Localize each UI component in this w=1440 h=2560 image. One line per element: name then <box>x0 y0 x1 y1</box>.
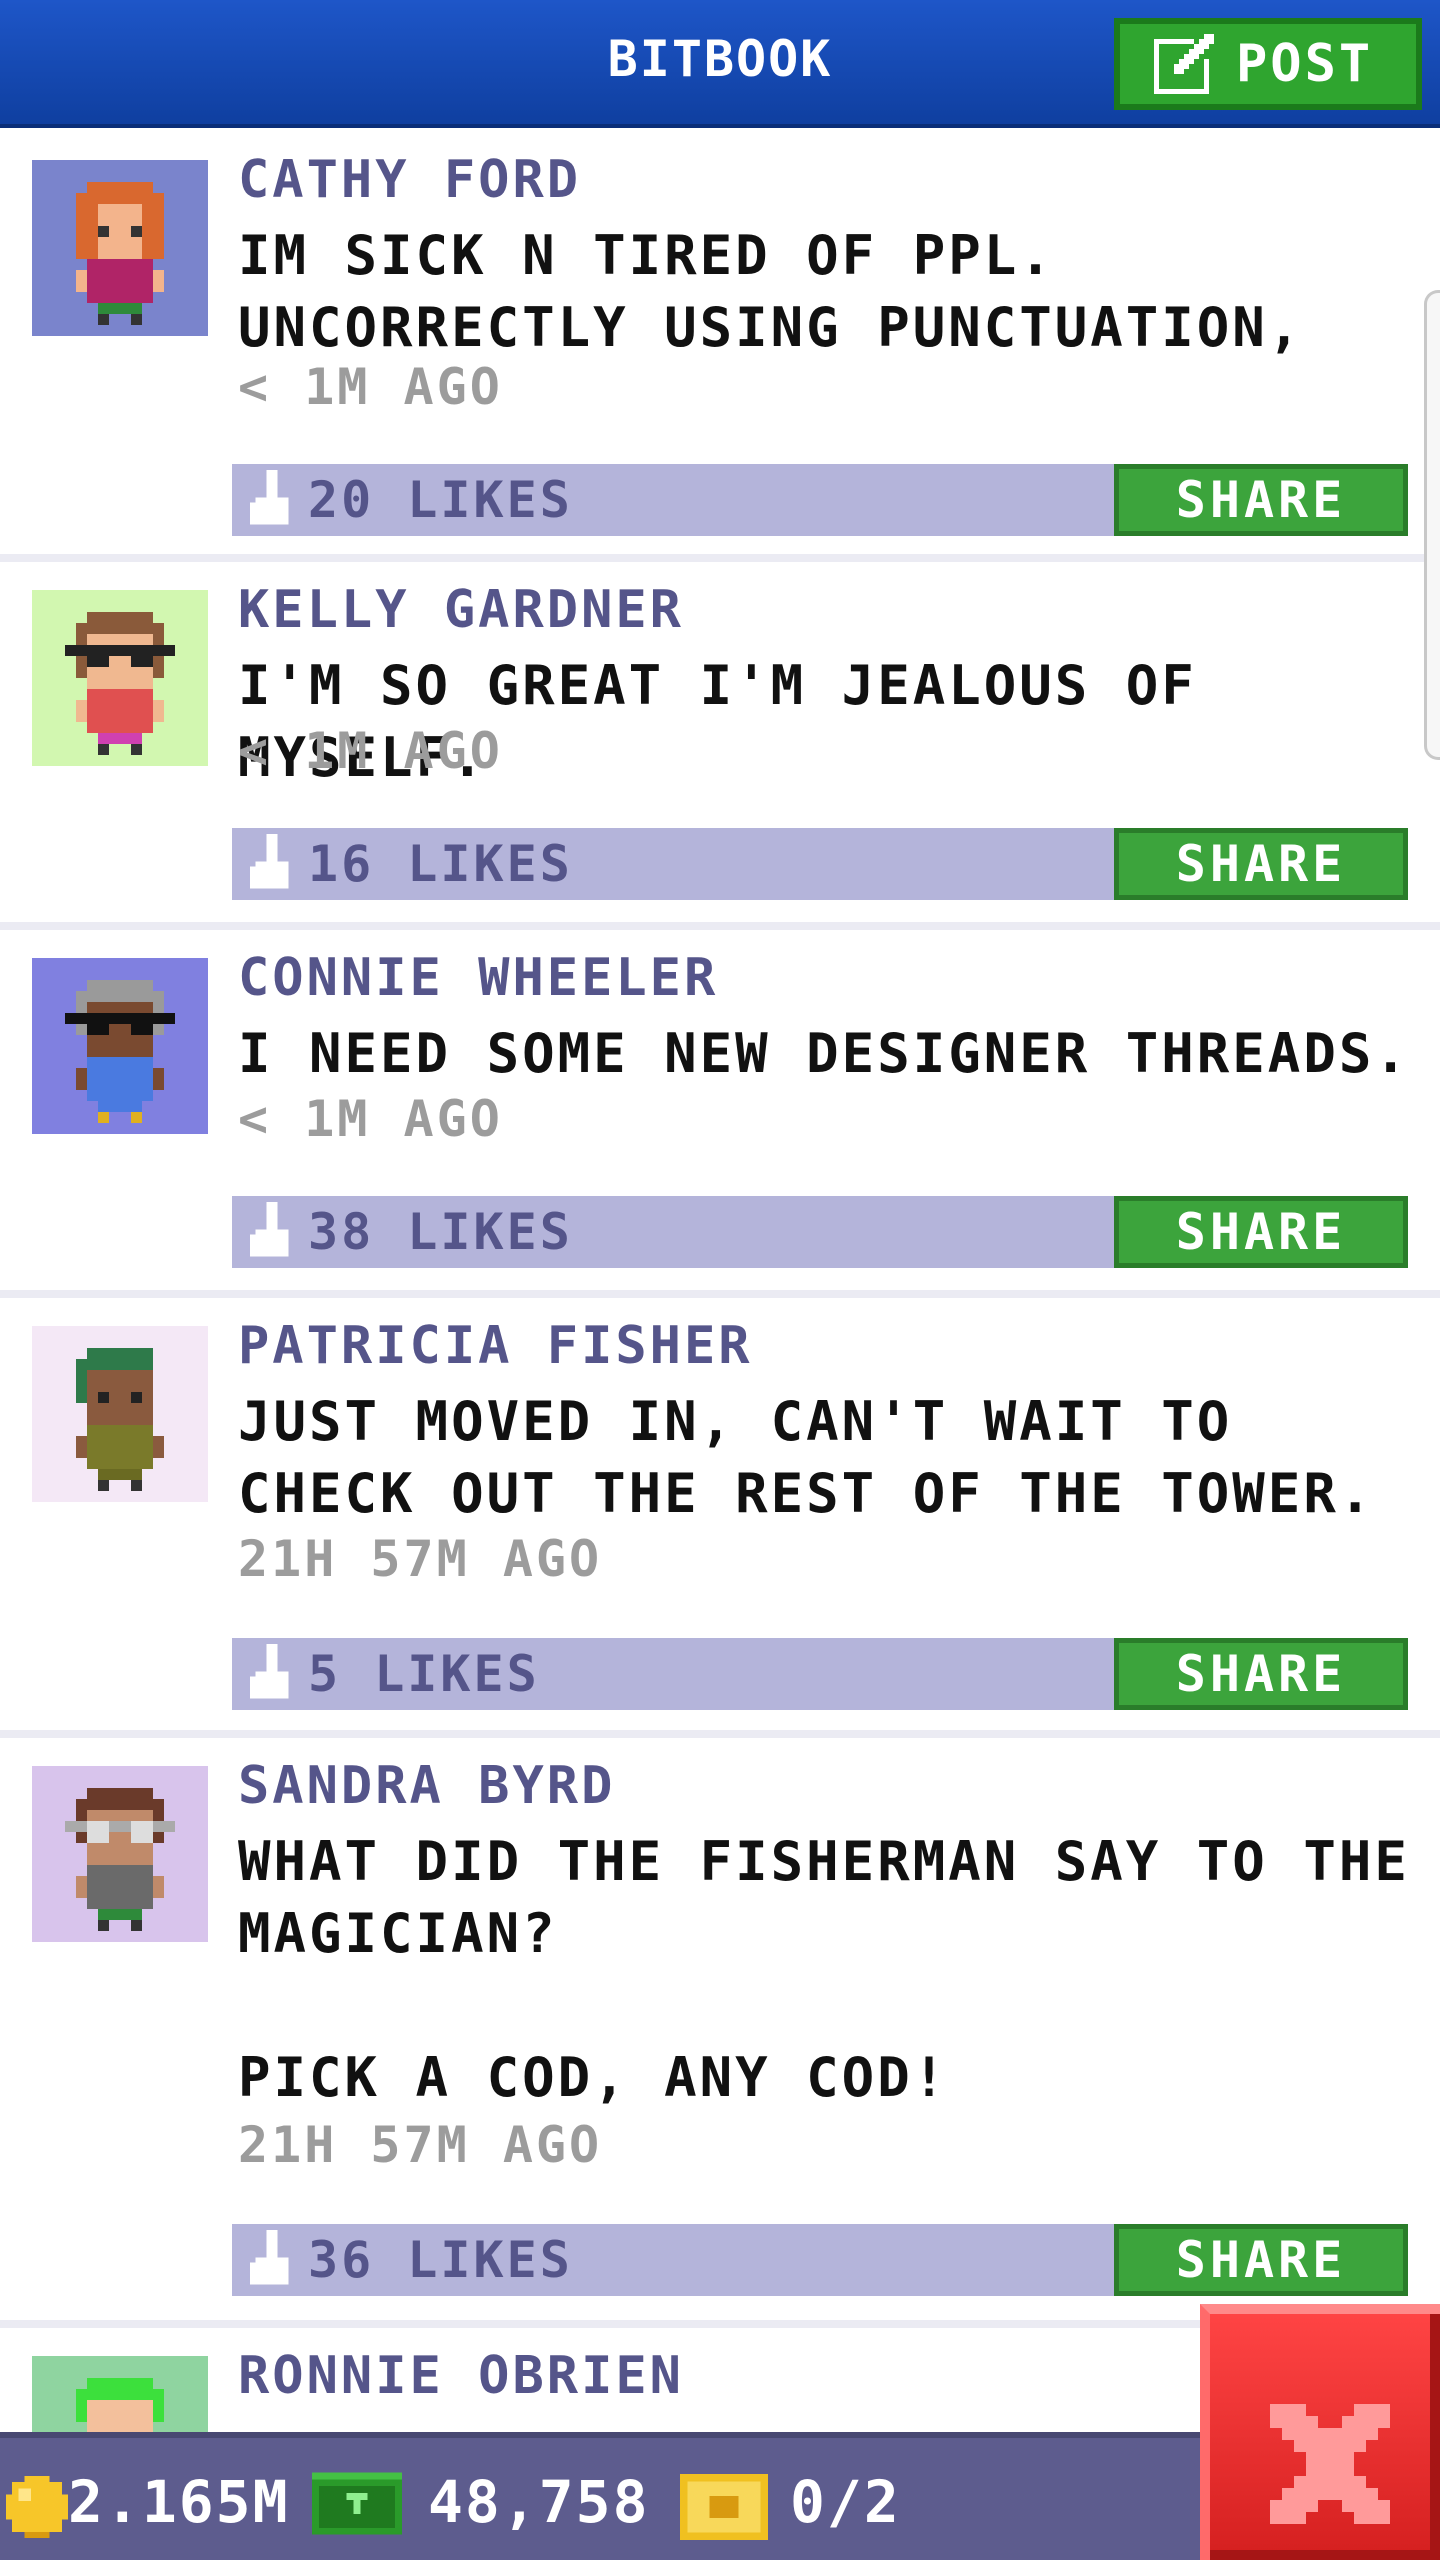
ticket-count: 0/2 <box>790 2468 901 2536</box>
likes-count: 16 LIKES <box>308 835 573 893</box>
post-time: < 1M AGO <box>238 722 503 780</box>
bux-icon <box>312 2472 402 2535</box>
share-button[interactable]: SHARE <box>1114 1196 1408 1268</box>
close-icon <box>1270 2404 1390 2524</box>
share-button[interactable]: SHARE <box>1114 2224 1408 2296</box>
avatar <box>32 590 208 766</box>
feed-post: PATRICIA FISHER JUST MOVED IN, CAN'T WAI… <box>0 1298 1440 1738</box>
post-button[interactable]: POST <box>1114 18 1422 110</box>
post-author[interactable]: CONNIE WHEELER <box>238 948 718 1008</box>
feed-post: KELLY GARDNER I'M SO GREAT I'M JEALOUS O… <box>0 562 1440 930</box>
post-time: < 1M AGO <box>238 358 503 416</box>
feed-post: CONNIE WHEELER I NEED SOME NEW DESIGNER … <box>0 930 1440 1298</box>
avatar <box>32 958 208 1134</box>
coin-icon <box>6 2476 68 2538</box>
like-bar[interactable]: 38 LIKES SHARE <box>232 1196 1408 1268</box>
feed-post: SANDRA BYRD WHAT DID THE FISHERMAN SAY T… <box>0 1738 1440 2328</box>
edit-icon <box>1154 34 1214 94</box>
like-bar[interactable]: 5 LIKES SHARE <box>232 1638 1408 1710</box>
scrollbar[interactable] <box>1424 290 1440 760</box>
share-button[interactable]: SHARE <box>1114 1638 1408 1710</box>
thumbs-up-icon <box>250 2230 289 2285</box>
post-author[interactable]: SANDRA BYRD <box>238 1756 615 1816</box>
post-message: WHAT DID THE FISHERMAN SAY TO THE MAGICI… <box>238 1830 1410 2109</box>
close-button[interactable] <box>1200 2304 1440 2560</box>
post-author[interactable]: CATHY FORD <box>238 150 581 210</box>
like-bar[interactable]: 36 LIKES SHARE <box>232 2224 1408 2296</box>
post-message: IM SICK N TIRED OF PPL. UNCORRECTLY USIN… <box>238 224 1304 359</box>
avatar <box>32 2356 208 2432</box>
avatar <box>32 1766 208 1942</box>
bux-balance: 48,758 <box>428 2468 650 2536</box>
likes-count: 36 LIKES <box>308 2231 573 2289</box>
post-author[interactable]: PATRICIA FISHER <box>238 1316 753 1376</box>
bitbook-feed[interactable]: CATHY FORD IM SICK N TIRED OF PPL. UNCOR… <box>0 132 1440 2432</box>
like-bar[interactable]: 16 LIKES SHARE <box>232 828 1408 900</box>
post-author[interactable]: RONNIE OBRIEN <box>238 2346 684 2406</box>
avatar <box>32 1326 208 1502</box>
likes-count: 20 LIKES <box>308 471 573 529</box>
avatar <box>32 160 208 336</box>
coin-balance: 2.165M <box>68 2468 290 2536</box>
post-time: < 1M AGO <box>238 1090 503 1148</box>
post-button-label: POST <box>1236 34 1374 94</box>
post-message: I NEED SOME NEW DESIGNER THREADS. <box>238 1022 1410 1085</box>
thumbs-up-icon <box>250 1644 289 1699</box>
ticket-icon <box>680 2474 768 2540</box>
app-header: BITBOOK POST <box>0 0 1440 128</box>
post-time: 21H 57M AGO <box>238 2116 603 2174</box>
post-author[interactable]: KELLY GARDNER <box>238 580 684 640</box>
share-button[interactable]: SHARE <box>1114 828 1408 900</box>
likes-count: 38 LIKES <box>308 1203 573 1261</box>
share-button[interactable]: SHARE <box>1114 464 1408 536</box>
likes-count: 5 LIKES <box>308 1645 540 1703</box>
thumbs-up-icon <box>250 834 289 889</box>
thumbs-up-icon <box>250 1202 289 1257</box>
post-time: 21H 57M AGO <box>238 1530 603 1588</box>
like-bar[interactable]: 20 LIKES SHARE <box>232 464 1408 536</box>
post-message: JUST MOVED IN, CAN'T WAIT TO CHECK OUT T… <box>238 1390 1375 1525</box>
thumbs-up-icon <box>250 470 289 525</box>
feed-post: CATHY FORD IM SICK N TIRED OF PPL. UNCOR… <box>0 132 1440 562</box>
